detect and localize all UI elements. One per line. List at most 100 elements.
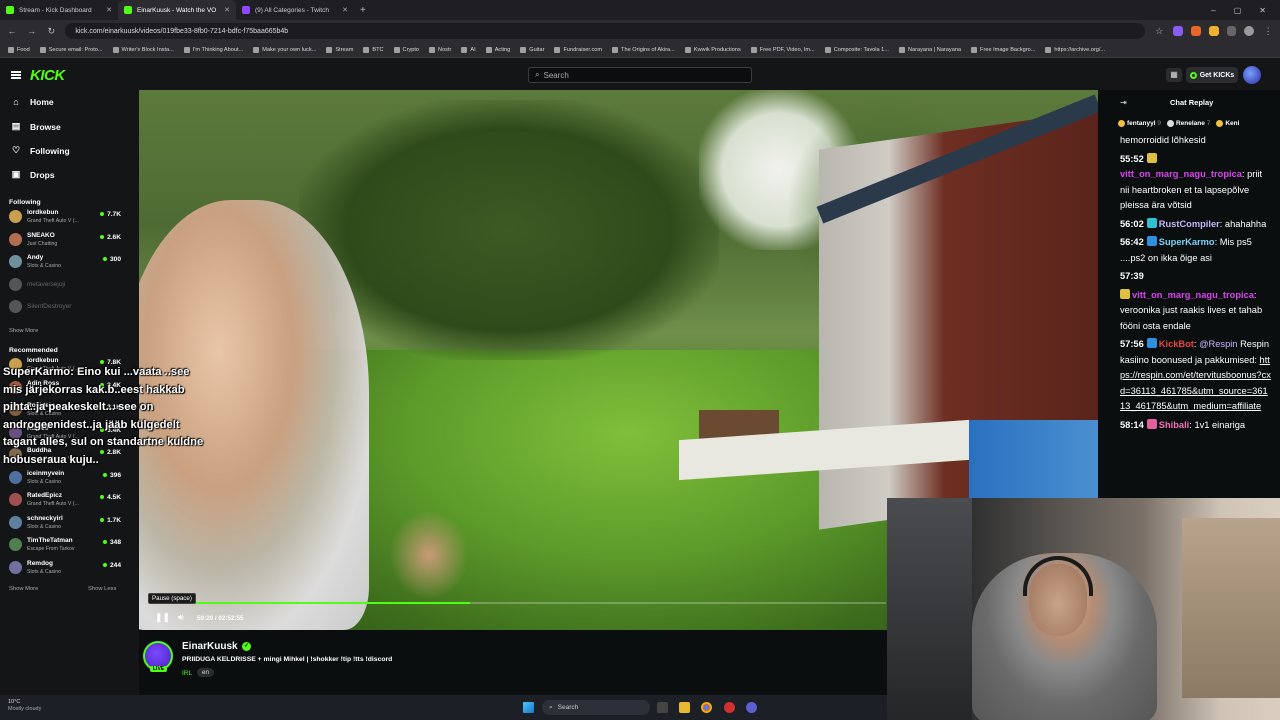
app-icon[interactable]: [724, 702, 735, 713]
chat-text: veroonika just raakis lives et tahab föö…: [1120, 305, 1263, 331]
bookmark-item[interactable]: Free Image Backgro...: [971, 46, 1035, 53]
forward-icon[interactable]: →: [26, 26, 38, 36]
sidebar-channel-item[interactable]: lordkebun Grand Theft Auto V (... 7.7K: [9, 207, 121, 227]
hamburger-menu-icon[interactable]: [11, 71, 21, 79]
chat-username[interactable]: vitt_on_marg_nagu_tropica: [1120, 169, 1242, 179]
sidebar-channel-item[interactable]: Remdog Slots & Casino 244: [9, 558, 121, 578]
nav-drops[interactable]: ▣ Drops: [11, 169, 55, 180]
browser-tab[interactable]: EinarKuusk - Watch the VO ✕: [118, 0, 236, 20]
bookmark-item[interactable]: Stream: [326, 46, 353, 53]
sidebar-channel-item[interactable]: iceinmyvein Slots & Casino 396: [9, 468, 121, 488]
extension-icon[interactable]: [1173, 26, 1183, 36]
chrome-icon[interactable]: [701, 702, 712, 713]
category-tag[interactable]: IRL: [182, 670, 192, 677]
show-more-recommended-button[interactable]: Show More: [9, 586, 38, 592]
sidebar-channel-item[interactable]: metaversejoji: [9, 275, 121, 295]
viewer-count: 1.7K: [100, 517, 121, 524]
collapse-chat-icon[interactable]: ⇥: [1120, 98, 1127, 107]
menu-dots-icon[interactable]: ⋮: [1262, 26, 1274, 37]
bookmark-item[interactable]: Guitar: [520, 46, 544, 53]
sidebar-channel-item[interactable]: TimTheTatman Escape From Tarkov 348: [9, 535, 121, 555]
sidebar-channel-item[interactable]: schneckyirl Slots & Casino 1.7K: [9, 513, 121, 533]
extension-icon[interactable]: [1208, 26, 1219, 36]
chat-mention[interactable]: @Respin: [1199, 339, 1237, 349]
volume-icon[interactable]: 🔊︎: [178, 612, 184, 623]
gifter-entry[interactable]: fentanyyl 9: [1118, 120, 1161, 128]
extensions-puzzle-icon[interactable]: [1226, 26, 1237, 36]
kick-logo[interactable]: KICK: [30, 67, 65, 84]
url-bar[interactable]: kick.com/einarkuusk/videos/019fbe33-8fb0…: [65, 23, 1146, 39]
chat-message: 55:52vitt_on_marg_nagu_tropica: priit ni…: [1120, 152, 1263, 210]
bookmark-item[interactable]: BTC: [363, 46, 384, 53]
chat-badge-icon: [1146, 152, 1157, 163]
bookmark-star-icon[interactable]: ☆: [1153, 26, 1165, 37]
channel-name[interactable]: EinarKuusk: [182, 641, 238, 652]
new-tab-button[interactable]: +: [360, 5, 366, 16]
sidebar-channel-item[interactable]: SNEAKO Just Chatting 2.6K: [9, 230, 121, 250]
bookmark-item[interactable]: Food: [8, 46, 30, 53]
bookmark-item[interactable]: Make your own luck...: [253, 46, 317, 53]
gifter-entry[interactable]: Renelane 7: [1166, 120, 1210, 128]
chat-username[interactable]: Shibali: [1159, 420, 1189, 430]
close-tab-icon[interactable]: ✕: [106, 6, 112, 14]
obs-icon[interactable]: [746, 702, 757, 713]
bookmark-item[interactable]: Crypto: [393, 46, 419, 53]
profile-icon[interactable]: [1244, 26, 1255, 36]
gifter-entry[interactable]: Keni: [1216, 120, 1239, 128]
bookmark-item[interactable]: AI: [461, 46, 476, 53]
bookmark-item[interactable]: Free PDF, Video, Im...: [750, 46, 815, 53]
browser-tab[interactable]: (9) All Categories - Twitch ✕: [236, 0, 354, 20]
gifter-name: fentanyyl: [1127, 120, 1156, 128]
layout-toggle-button[interactable]: ▦: [1166, 68, 1182, 82]
browser-tab[interactable]: Stream - Kick Dashboard ✕: [0, 0, 118, 20]
bookmark-label: Kwwik Productions: [693, 46, 741, 53]
chat-username[interactable]: RustCompiler: [1159, 219, 1220, 229]
bookmark-item[interactable]: Acting: [485, 46, 510, 53]
viewer-count: 244: [103, 562, 121, 569]
close-tab-icon[interactable]: ✕: [342, 6, 348, 14]
bookmark-item[interactable]: Composite: Tavola 1...: [824, 46, 889, 53]
nav-home[interactable]: ⌂ Home: [11, 97, 53, 107]
bookmark-item[interactable]: I'm Thinking About...: [183, 46, 243, 53]
close-tab-icon[interactable]: ✕: [224, 6, 230, 14]
bookmark-item[interactable]: Nostr: [429, 46, 451, 53]
bookmark-item[interactable]: Narayana | Narayana: [898, 46, 961, 53]
chat-username[interactable]: vitt_on_marg_nagu_tropica: [1132, 290, 1254, 300]
user-avatar[interactable]: [1243, 66, 1261, 84]
extension-icon[interactable]: [1190, 26, 1201, 36]
maximize-icon[interactable]: ▢: [1234, 6, 1242, 15]
bookmark-label: Make your own luck...: [262, 46, 317, 53]
taskbar-search[interactable]: ⌕ Search: [542, 700, 650, 715]
file-explorer-icon[interactable]: [679, 702, 690, 713]
sidebar-channel-item[interactable]: Andy Slots & Casino 300: [9, 252, 121, 272]
bookmark-item[interactable]: Writer's Block Insta...: [112, 46, 174, 53]
show-more-following-button[interactable]: Show More: [9, 328, 38, 334]
sidebar-channel-item[interactable]: RatedEpicz Grand Theft Auto V (... 4.5K: [9, 490, 121, 510]
progress-bar[interactable]: [150, 602, 886, 604]
bookmark-label: The Origins of Akira...: [621, 46, 675, 53]
windows-start-icon[interactable]: [523, 702, 534, 713]
bookmark-item[interactable]: The Origins of Akira...: [612, 46, 675, 53]
nav-following[interactable]: ♡ Following: [11, 145, 70, 156]
bookmark-item[interactable]: https://archive.org/...: [1045, 46, 1105, 53]
bookmark-item[interactable]: Fundraiser.com: [554, 46, 602, 53]
task-view-icon[interactable]: [657, 702, 668, 713]
nav-browse[interactable]: ▤ Browse: [11, 121, 61, 132]
language-tag[interactable]: en: [197, 668, 214, 677]
bookmark-item[interactable]: Kwwik Productions: [684, 46, 741, 53]
search-input[interactable]: ⌕ Search: [528, 67, 752, 83]
weather-widget[interactable]: 10°C Mostly cloudy: [8, 699, 41, 713]
chat-username[interactable]: KickBot: [1159, 339, 1194, 349]
reload-icon[interactable]: ↻: [46, 26, 58, 37]
minimize-icon[interactable]: –: [1211, 6, 1215, 15]
show-less-button[interactable]: Show Less: [88, 586, 116, 592]
back-icon[interactable]: ←: [6, 26, 18, 36]
drops-icon: ▣: [11, 169, 21, 179]
close-window-icon[interactable]: ✕: [1259, 6, 1266, 15]
get-kicks-button[interactable]: Get KICKs: [1186, 67, 1238, 83]
sidebar-channel-item[interactable]: SilentDestroyer: [9, 297, 121, 317]
bookmark-icon: [461, 46, 468, 53]
bookmark-item[interactable]: Secure email: Proto...: [39, 46, 103, 53]
pause-icon[interactable]: ❚❚: [155, 612, 170, 623]
chat-username[interactable]: SuperKarmo: [1159, 237, 1215, 247]
